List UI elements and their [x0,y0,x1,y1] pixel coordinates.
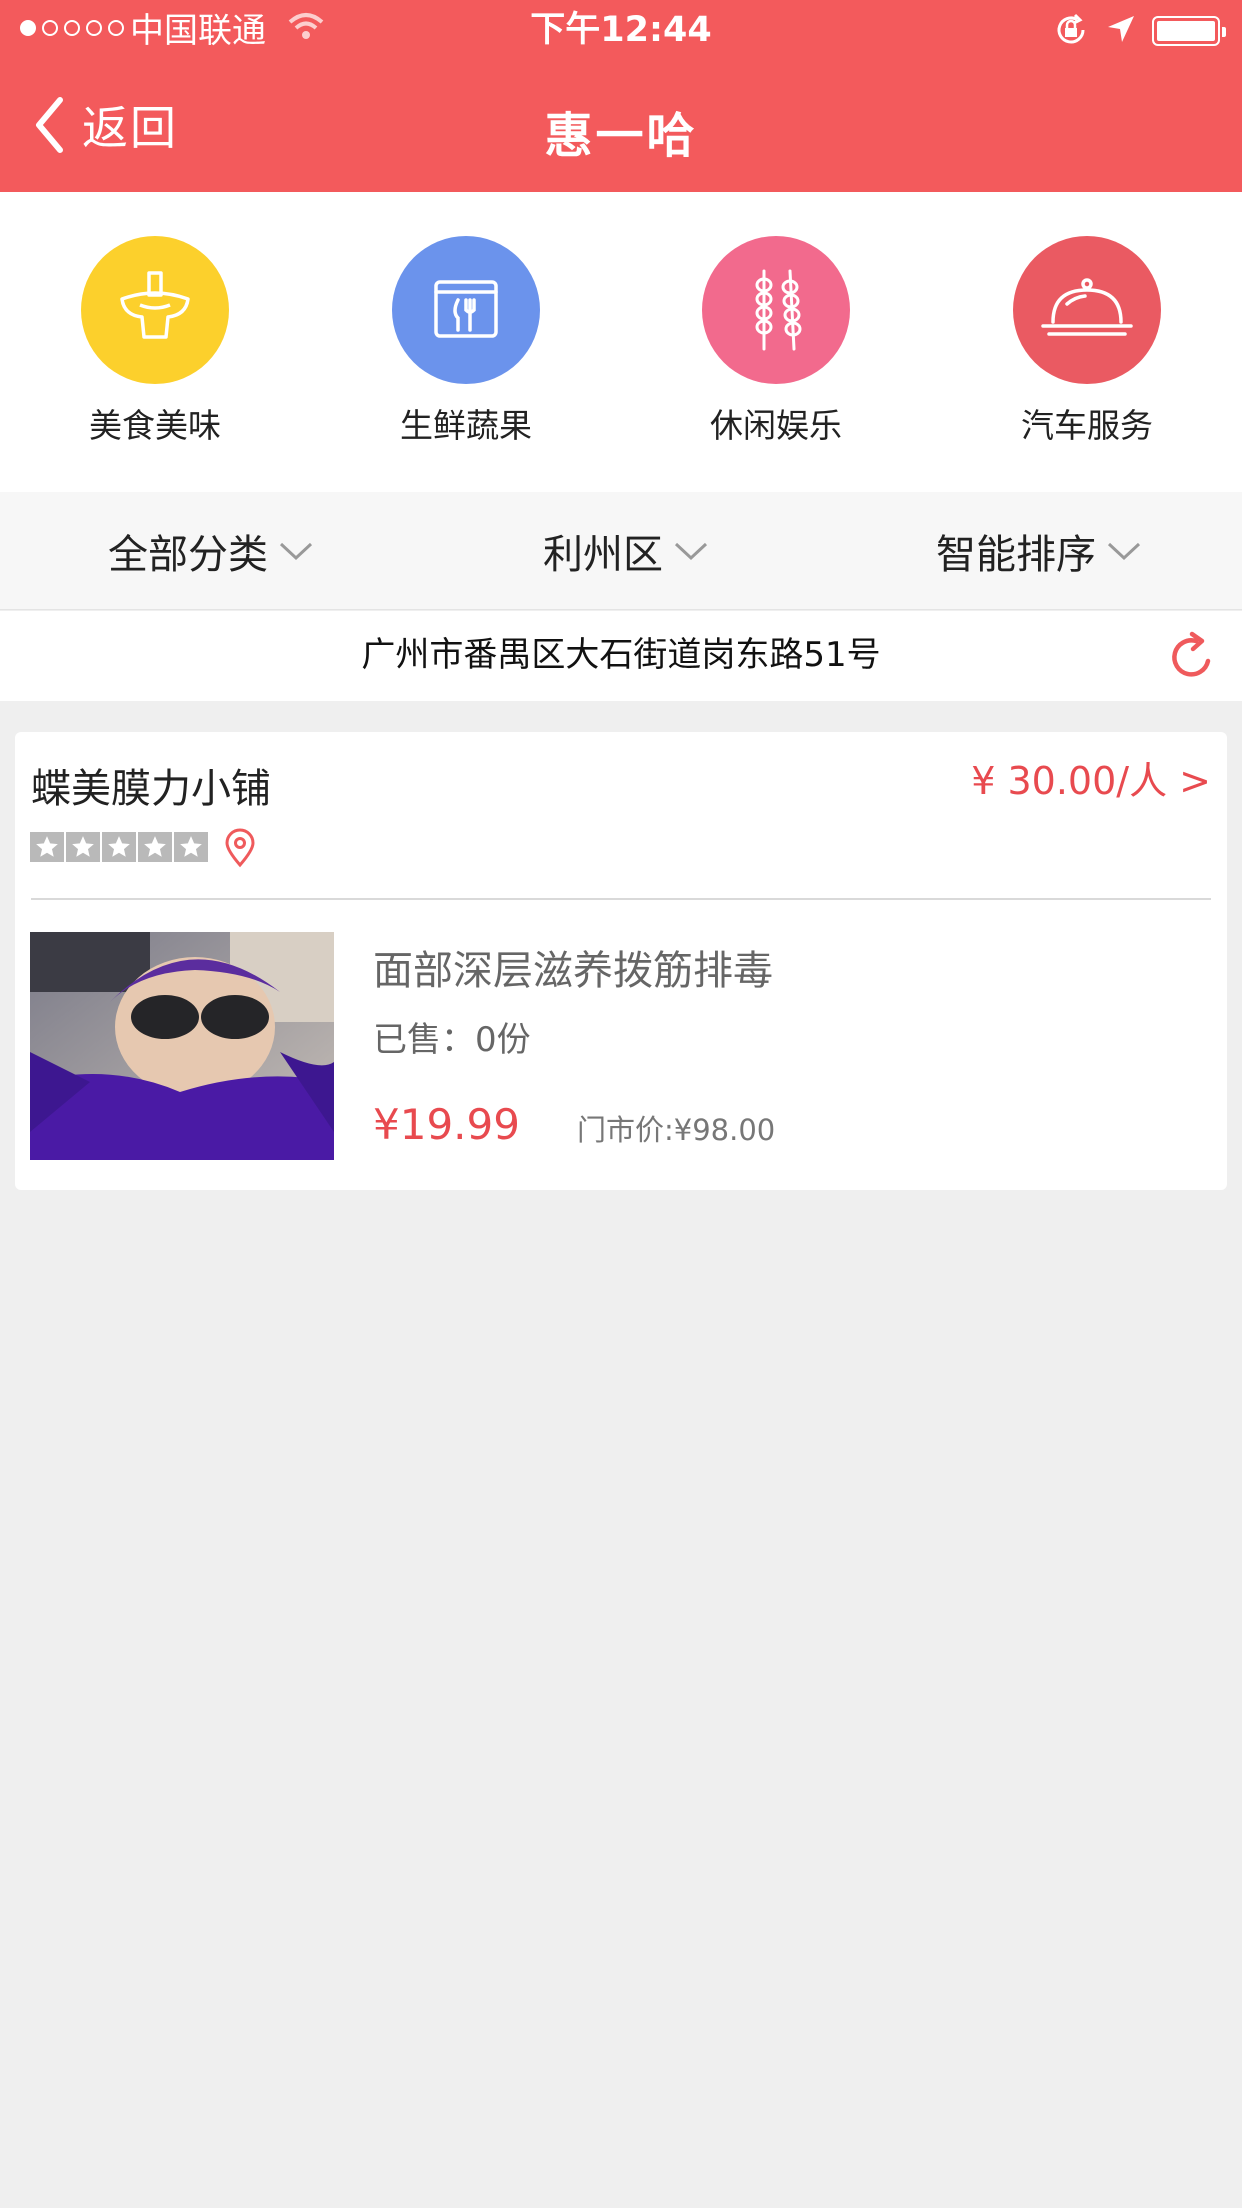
hotpot-icon [120,271,190,339]
category-grid: 美食美味 生鲜蔬果 休闲娱乐 汽车服务 [0,192,1242,492]
category-leisure-circle [702,236,850,384]
deal-image[interactable] [30,932,334,1160]
category-food-circle [81,236,229,384]
chevron-down-icon [279,542,313,561]
filter-category-label: 全部分类 [108,532,268,578]
category-auto[interactable]: 汽车服务 [977,236,1197,446]
category-leisure-label: 休闲娱乐 [710,406,842,445]
header: 中国联通 下午12:44 返回 惠一哈 [0,0,1242,192]
refresh-icon[interactable] [1166,631,1218,683]
category-fresh[interactable]: 生鲜蔬果 [356,236,576,446]
category-food[interactable]: 美食美味 [45,236,265,446]
category-auto-circle [1013,236,1161,384]
shop-name: 蝶美膜力小铺 [31,766,271,812]
page-title: 惠一哈 [544,108,698,164]
rotation-lock-icon [1057,13,1085,44]
category-fresh-circle [392,236,540,384]
filter-district-label: 利州区 [543,532,663,578]
star-icon [30,832,64,862]
star-icon [138,832,172,862]
filter-sort-label: 智能排序 [936,532,1096,578]
menu-cutlery-icon [434,280,498,338]
filter-sort[interactable]: 智能排序 [936,492,1142,610]
category-food-label: 美食美味 [89,406,221,445]
deal-price: ¥19.99 [373,1100,520,1149]
shop-price-per-person[interactable]: ¥ 30.00/人 > [971,756,1211,806]
filter-bar: 全部分类 利州区 智能排序 [0,492,1242,610]
current-address-bar: 广州市番禺区大石街道岗东路51号 [0,611,1242,701]
deal-sold-count: 已售：0份 [373,1020,531,1060]
location-pin-icon[interactable] [223,828,257,868]
filter-district[interactable]: 利州区 [543,492,709,610]
category-fresh-label: 生鲜蔬果 [400,406,532,445]
star-icon [102,832,136,862]
filter-category[interactable]: 全部分类 [108,492,314,610]
current-address: 广州市番禺区大石街道岗东路51号 [361,635,881,675]
category-leisure[interactable]: 休闲娱乐 [666,236,886,446]
app-screen: 中国联通 下午12:44 返回 惠一哈 美食美味 生鲜蔬果 休闲娱乐 汽车服务 … [0,0,1242,2208]
card-divider [31,898,1211,900]
skewers-icon [755,269,802,351]
cloche-icon [1041,278,1133,336]
deal-original-price: 门市价:¥98.00 [577,1113,776,1147]
shop-card[interactable]: 蝶美膜力小铺 ¥ 30.00/人 > 面部深层滋养拨筋排毒 已售：0份 ¥19.… [15,732,1227,1190]
location-arrow-icon [1108,16,1134,42]
chevron-down-icon [674,542,708,561]
battery-icon [1152,16,1226,46]
deal-title: 面部深层滋养拨筋排毒 [373,948,773,994]
status-bar: 中国联通 下午12:44 [0,0,1242,62]
chevron-down-icon [1107,542,1141,561]
star-icon [66,832,100,862]
star-icon [174,832,208,862]
category-auto-label: 汽车服务 [1021,406,1153,445]
rating-stars [30,832,208,862]
